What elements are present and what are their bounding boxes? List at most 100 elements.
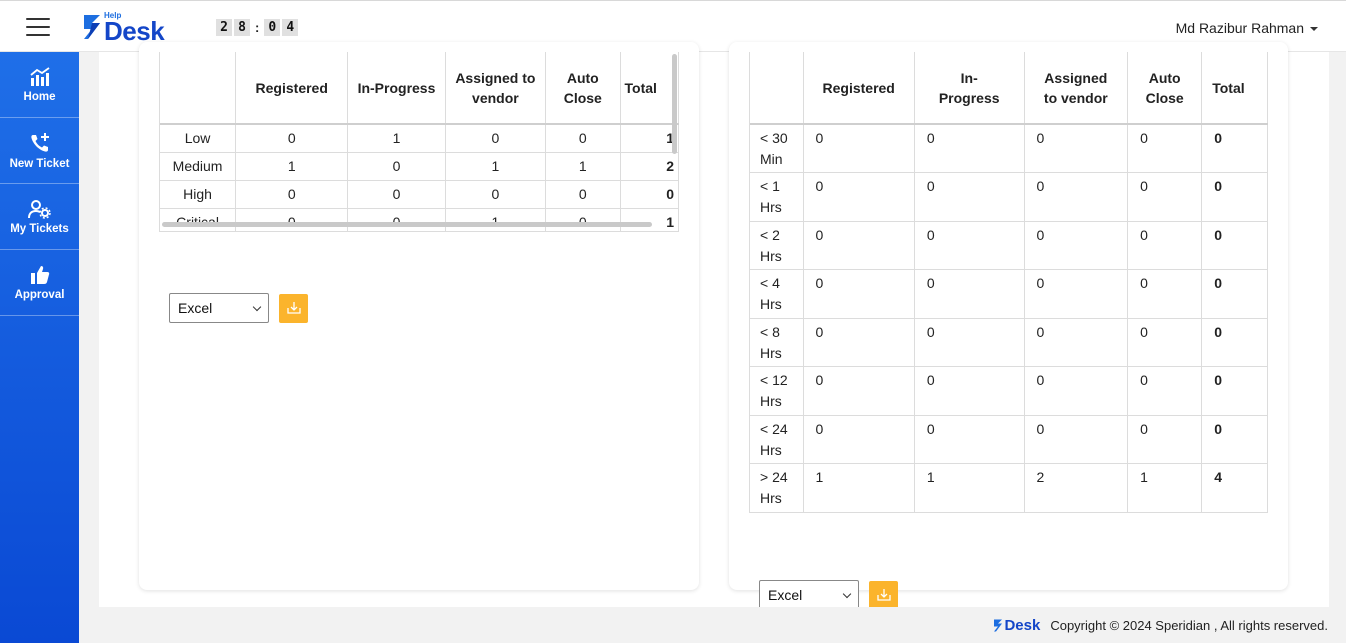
footer-logo: Desk [992,617,1040,634]
table-row: > 24 Hrs 1 1 2 1 4 [750,463,1268,513]
table-cell: 0 [445,180,547,209]
priority-table-scroll[interactable]: Registered In-Progress Assigned to vendo… [159,52,679,232]
column-header [160,52,237,124]
column-header: Auto Close [545,52,621,124]
column-header: Assigned to vendor [1024,52,1129,124]
logo-mark-icon [994,619,1003,632]
table-header-row: Registered In-Progress Assigned to vendo… [750,52,1268,124]
content-panel: Registered In-Progress Assigned to vendo… [99,42,1329,610]
table-cell: 1 [914,463,1025,513]
table-row: < 8 Hrs 0 0 0 0 0 [750,318,1268,367]
row-label: < 2 Hrs [750,221,804,270]
column-header: Total [620,52,679,124]
table-row: < 2 Hrs 0 0 0 0 0 [750,221,1268,270]
column-header: In-Progress [914,52,1025,124]
table-row: < 24 Hrs 0 0 0 0 0 [750,415,1268,464]
main-area: Registered In-Progress Assigned to vendo… [79,42,1346,610]
row-total: 0 [1201,221,1268,270]
table-row: Low 0 1 0 0 1 [160,124,679,153]
priority-status-card: Registered In-Progress Assigned to vendo… [139,42,699,590]
column-header [750,52,804,124]
session-timer: 2 8 : 0 4 [216,19,299,36]
row-label: < 8 Hrs [750,318,804,367]
sidebar-item-my-tickets[interactable]: My Tickets [0,184,79,250]
priority-table: Registered In-Progress Assigned to vendo… [160,52,679,231]
horizontal-scrollbar[interactable] [162,222,652,227]
table-cell: 0 [1024,221,1129,270]
export-format-select[interactable]: Excel [759,580,859,610]
table-cell: 0 [1024,318,1129,367]
table-cell: 0 [235,208,349,231]
sidebar: Home New Ticket My Tickets Approval [0,52,79,643]
table-cell: 1 [545,152,621,181]
timer-digit: 8 [234,19,250,36]
row-label: < 1 Hrs [750,172,804,222]
download-icon [876,589,891,601]
chevron-down-icon [842,589,852,598]
row-total: 4 [1201,463,1268,513]
sidebar-item-new-ticket[interactable]: New Ticket [0,118,79,184]
table-cell: 0 [347,180,446,209]
table-cell: 0 [803,269,915,319]
export-controls: Excel [169,293,308,323]
table-cell: 0 [1024,415,1129,464]
table-cell: 0 [914,124,1025,173]
table-cell: 0 [1127,124,1203,173]
table-cell: 0 [347,208,446,231]
column-header: Auto Close [1127,52,1203,124]
export-format-select[interactable]: Excel [169,293,269,323]
column-header: Assigned to vendor [445,52,547,124]
column-header: Registered [235,52,349,124]
column-header: Registered [803,52,915,124]
table-cell: 0 [545,124,621,153]
table-cell: 1 [445,208,547,231]
table-row: < 1 Hrs 0 0 0 0 0 [750,172,1268,222]
row-label: Medium [160,152,237,181]
row-label: < 12 Hrs [750,366,804,416]
footer: Desk Copyright © 2024 Speridian , All ri… [79,607,1346,643]
logo-mark-icon [84,15,100,39]
table-cell: 0 [1024,172,1129,222]
timer-digit: 0 [264,19,281,36]
table-cell: 0 [347,152,446,181]
row-total: 2 [620,152,679,181]
sidebar-item-home[interactable]: Home [0,52,79,118]
export-controls: Excel [759,580,898,610]
table-cell: 0 [803,318,915,367]
table-cell: 0 [803,172,915,222]
table-cell: 0 [1127,269,1203,319]
hamburger-menu-icon[interactable] [26,18,50,36]
table-cell: 0 [445,124,547,153]
app-logo[interactable]: Help Desk [80,11,180,46]
row-label: < 30 Min [750,124,804,173]
table-cell: 0 [1127,221,1203,270]
table-cell: 1 [1127,463,1203,513]
row-total: 0 [1201,366,1268,416]
table-cell: 2 [1024,463,1129,513]
row-label: Low [160,124,237,153]
row-label: > 24 Hrs [750,463,804,513]
table-cell: 0 [1127,172,1203,222]
sidebar-item-label: New Ticket [9,157,70,170]
row-label: High [160,180,237,209]
timer-digit: 2 [216,19,232,36]
sidebar-item-label: My Tickets [10,222,69,235]
row-total: 1 [620,124,679,153]
aging-status-card: Registered In-Progress Assigned to vendo… [729,42,1288,610]
download-button[interactable] [279,293,308,323]
table-cell: 0 [914,366,1025,416]
user-gear-icon [27,199,51,219]
user-menu-dropdown[interactable]: Md Razibur Rahman [1176,20,1318,36]
table-header-row: Registered In-Progress Assigned to vendo… [160,52,679,124]
table-cell: 0 [545,208,621,231]
row-label: < 24 Hrs [750,415,804,464]
table-cell: 0 [914,221,1025,270]
download-button[interactable] [869,580,898,610]
table-row: < 12 Hrs 0 0 0 0 0 [750,366,1268,416]
table-cell: 0 [803,366,915,416]
sidebar-item-approval[interactable]: Approval [0,250,79,316]
vertical-scrollbar[interactable] [672,54,677,154]
aging-table-wrap: Registered In-Progress Assigned to vendo… [749,52,1268,513]
table-row: < 30 Min 0 0 0 0 0 [750,124,1268,173]
chart-icon [29,66,50,86]
